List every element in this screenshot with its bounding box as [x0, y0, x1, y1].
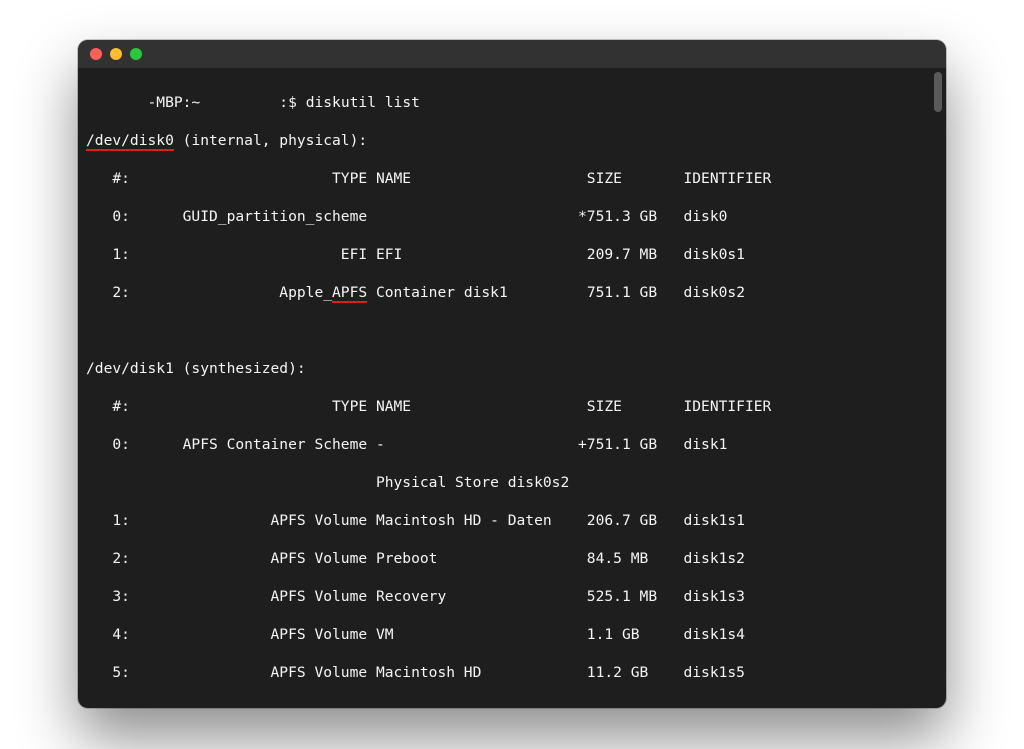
- prompt-marker: :$: [200, 94, 297, 111]
- table-row: Physical Store disk0s2: [86, 473, 946, 492]
- terminal-content[interactable]: -MBP:~ :$ diskutil list /dev/disk0 (inte…: [78, 68, 946, 708]
- minimize-icon[interactable]: [110, 48, 122, 60]
- table-row: 0: APFS Container Scheme - +751.1 GB dis…: [86, 435, 946, 454]
- host: -MBP:~: [86, 94, 200, 111]
- blank-line: [86, 321, 946, 340]
- close-icon[interactable]: [90, 48, 102, 60]
- disk0-header: /dev/disk0 (internal, physical):: [86, 131, 946, 150]
- disk0-header-rest: (internal, physical):: [174, 132, 367, 149]
- command: diskutil list: [306, 94, 420, 111]
- disk1-columns: #: TYPE NAME SIZE IDENTIFIER: [86, 397, 946, 416]
- disk0-path: /dev/disk0: [86, 132, 174, 151]
- disk1-header: /dev/disk1 (synthesized):: [86, 359, 946, 378]
- apfs-highlight: APFS: [332, 284, 367, 303]
- table-row: 5: APFS Volume Macintosh HD 11.2 GB disk…: [86, 663, 946, 682]
- disk0-columns: #: TYPE NAME SIZE IDENTIFIER: [86, 169, 946, 188]
- table-row: 3: APFS Volume Recovery 525.1 MB disk1s3: [86, 587, 946, 606]
- titlebar[interactable]: [78, 40, 946, 68]
- table-row: 2: APFS Volume Preboot 84.5 MB disk1s2: [86, 549, 946, 568]
- table-row: 1: EFI EFI 209.7 MB disk0s1: [86, 245, 946, 264]
- window-controls: [90, 48, 142, 60]
- zoom-icon[interactable]: [130, 48, 142, 60]
- prompt-line: -MBP:~ :$ diskutil list: [86, 93, 946, 112]
- terminal-window: -MBP:~ :$ diskutil list /dev/disk0 (inte…: [78, 40, 946, 708]
- table-row: 2: Apple_APFS Container disk1 751.1 GB d…: [86, 283, 946, 302]
- table-row: 4: APFS Volume VM 1.1 GB disk1s4: [86, 625, 946, 644]
- table-row: 1: APFS Volume Macintosh HD - Daten 206.…: [86, 511, 946, 530]
- table-row: 0: GUID_partition_scheme *751.3 GB disk0: [86, 207, 946, 226]
